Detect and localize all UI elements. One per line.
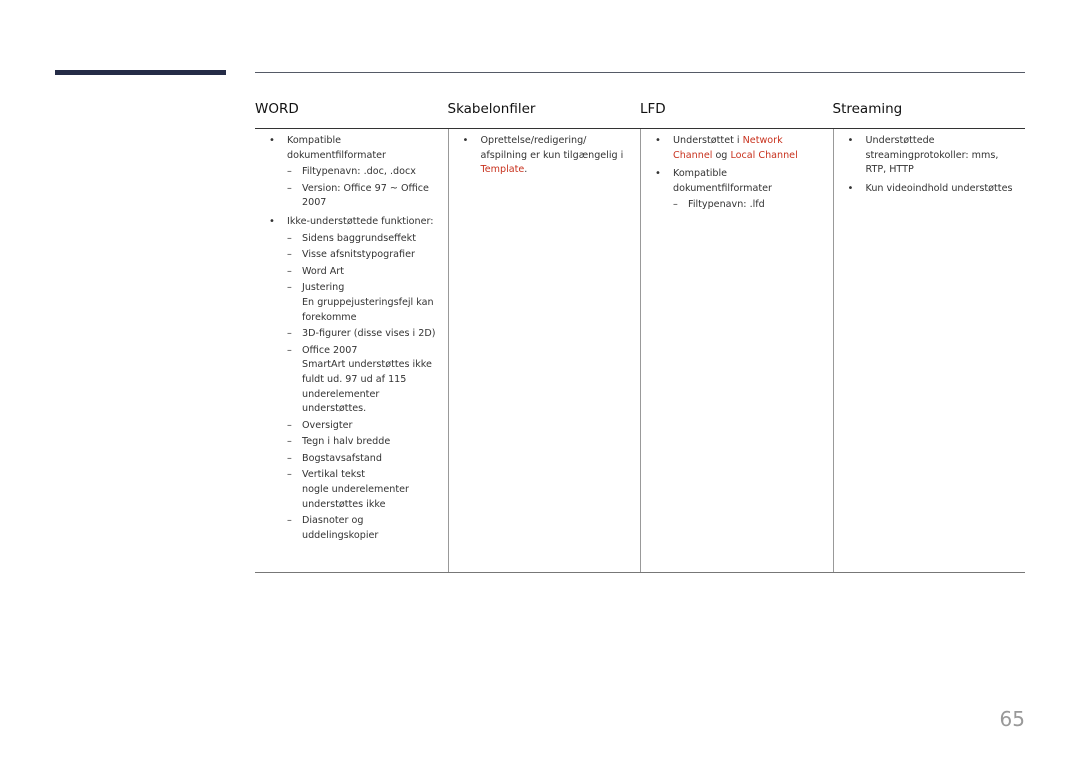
- header-word: WORD: [255, 101, 299, 117]
- file-format-table: WORD Skabelonfiler LFD Streaming Kompati…: [255, 95, 1025, 573]
- list-item: Tegn i halv bredde: [287, 435, 440, 450]
- list-item: Office 2007SmartArt understøttes ikke fu…: [287, 344, 440, 417]
- table-header-row: WORD Skabelonfiler LFD Streaming: [255, 95, 1025, 129]
- word-unsupported-label: Ikke-understøttede funktioner:: [287, 215, 434, 227]
- lfd-compatible-item: Kompatible dokumentfilformater Filtypena…: [651, 167, 825, 213]
- list-item: 3D-figurer (disse vises i 2D): [287, 327, 440, 342]
- list-item: Oversigter: [287, 419, 440, 434]
- list-item: JusteringEn gruppejusteringsfejl kan for…: [287, 281, 440, 325]
- header-lfd: LFD: [640, 101, 666, 117]
- list-item: Kun videoindhold understøttes: [844, 182, 1018, 197]
- cell-lfd: Understøttet i Network Channel og Local …: [640, 129, 833, 572]
- list-item: Filtypenavn: .doc, .docx: [287, 165, 440, 180]
- item-note: En gruppejusteringsfejl kan forekomme: [302, 296, 434, 323]
- word-unsupported-item: Ikke-understøttede funktioner: Sidens ba…: [265, 215, 440, 543]
- item-note: nogle underelementer understøttes ikke: [302, 484, 409, 510]
- list-item: Vertikal tekstnogle underelementer under…: [287, 468, 440, 512]
- header-template: Skabelonfiler: [447, 101, 536, 117]
- list-item: Understøttede streamingprotokoller: mms,…: [844, 134, 1018, 178]
- cell-streaming: Understøttede streamingprotokoller: mms,…: [832, 129, 1026, 572]
- header-streaming: Streaming: [832, 101, 903, 117]
- lfd-supported-item: Understøttet i Network Channel og Local …: [651, 134, 825, 163]
- top-divider: [255, 72, 1025, 73]
- list-item: Version: Office 97 ~ Office 2007: [287, 182, 440, 211]
- list-item: Diasnoter og uddelingskopier: [287, 514, 440, 543]
- local-channel-link[interactable]: Local Channel: [730, 150, 797, 161]
- table-body-row: Kompatible dokumentfilformater Filtypena…: [255, 129, 1025, 573]
- list-item: Sidens baggrundseffekt: [287, 232, 440, 247]
- list-item: Filtypenavn: .lfd: [673, 198, 825, 213]
- page-number: 65: [999, 707, 1025, 731]
- template-item: Oprettelse/redigering/ afspilning er kun…: [459, 134, 633, 178]
- word-compatible-item: Kompatible dokumentfilformater Filtypena…: [265, 134, 440, 211]
- cell-template: Oprettelse/redigering/ afspilning er kun…: [447, 129, 641, 572]
- section-accent-bar: [55, 70, 226, 75]
- list-item: Bogstavsafstand: [287, 452, 440, 467]
- cell-word: Kompatible dokumentfilformater Filtypena…: [255, 129, 448, 572]
- word-compatible-label: Kompatible dokumentfilformater: [287, 135, 386, 161]
- list-item: Word Art: [287, 265, 440, 280]
- list-item: Visse afsnitstypografier: [287, 248, 440, 263]
- item-note: SmartArt understøttes ikke fuldt ud. 97 …: [302, 359, 432, 415]
- template-link[interactable]: Template: [481, 164, 525, 175]
